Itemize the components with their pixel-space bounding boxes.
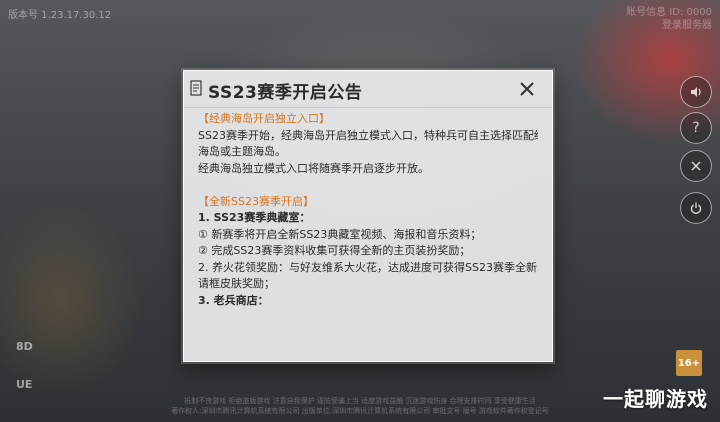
engine-logo: UE bbox=[16, 378, 33, 391]
close-icon bbox=[520, 82, 534, 96]
announcement-dialog: SS23赛季开启公告 【经典海岛开启独立入口】 SS23赛季开始，经典海岛开启独… bbox=[183, 70, 553, 362]
list-item: 请框皮肤奖励； bbox=[198, 277, 275, 290]
document-icon bbox=[190, 80, 202, 96]
announcement-body[interactable]: 【经典海岛开启独立入口】 SS23赛季开始，经典海岛开启独立模式入口，特种兵可自… bbox=[198, 111, 538, 355]
channel-watermark: 一起聊游戏 bbox=[603, 387, 708, 411]
body-line: 海岛或主题海岛。 bbox=[198, 145, 286, 158]
close-button[interactable] bbox=[516, 78, 538, 100]
list-item: ② 完成SS23赛季资料收集可获得全新的主页装扮奖励； bbox=[198, 244, 471, 257]
volume-icon bbox=[691, 87, 701, 97]
account-info-line: 登录服务器 bbox=[662, 20, 712, 31]
help-button[interactable]: ? bbox=[680, 112, 712, 144]
dialog-title: SS23赛季开启公告 bbox=[208, 83, 363, 103]
power-button[interactable] bbox=[680, 192, 712, 224]
section-heading: 【全新SS23赛季开启】 bbox=[198, 194, 314, 208]
repair-icon bbox=[691, 161, 701, 171]
version-text: 版本号 1.23.17.30.12 bbox=[8, 10, 112, 21]
volume-button[interactable] bbox=[680, 76, 712, 108]
body-line: SS23赛季开始，经典海岛开启独立模式入口，特种兵可自主选择匹配经典 bbox=[198, 128, 538, 142]
legal-line: 著作权人:深圳市腾讯计算机系统有限公司 出版单位:深圳市腾讯计算机系统有限公司 … bbox=[171, 407, 549, 415]
list-item: 1. SS23赛季典藏室： bbox=[198, 211, 311, 224]
section-heading: 【经典海岛开启独立入口】 bbox=[198, 112, 330, 125]
power-icon bbox=[690, 202, 702, 214]
body-line: 经典海岛独立模式入口将随赛季开启逐步开放。 bbox=[198, 161, 429, 175]
partner-logo: 8D bbox=[16, 340, 33, 353]
repair-button[interactable] bbox=[680, 150, 712, 182]
account-info-line: 账号信息 ID: 0000 bbox=[626, 7, 712, 18]
dialog-header: SS23赛季开启公告 bbox=[184, 71, 552, 108]
legal-line: 抵制不良游戏 拒绝盗版游戏 注意自我保护 谨防受骗上当 适度游戏益脑 沉迷游戏伤… bbox=[184, 397, 536, 405]
list-item: 2. 养火花领奖励：与好友维系大火花，达成进度可获得SS23赛季全新的邀 bbox=[198, 260, 538, 274]
legal-notice: 抵制不良游戏 拒绝盗版游戏 注意自我保护 谨防受骗上当 适度游戏益脑 沉迷游戏伤… bbox=[150, 396, 570, 416]
help-icon: ? bbox=[692, 120, 700, 136]
list-item: 3. 老兵商店： bbox=[198, 293, 269, 307]
account-info: 账号信息 ID: 0000 登录服务器 bbox=[626, 6, 712, 32]
age-rating-badge: 16+ bbox=[676, 350, 702, 376]
list-item: ① 新赛季将开启全新SS23典藏室视频、海报和音乐资料； bbox=[198, 227, 482, 241]
